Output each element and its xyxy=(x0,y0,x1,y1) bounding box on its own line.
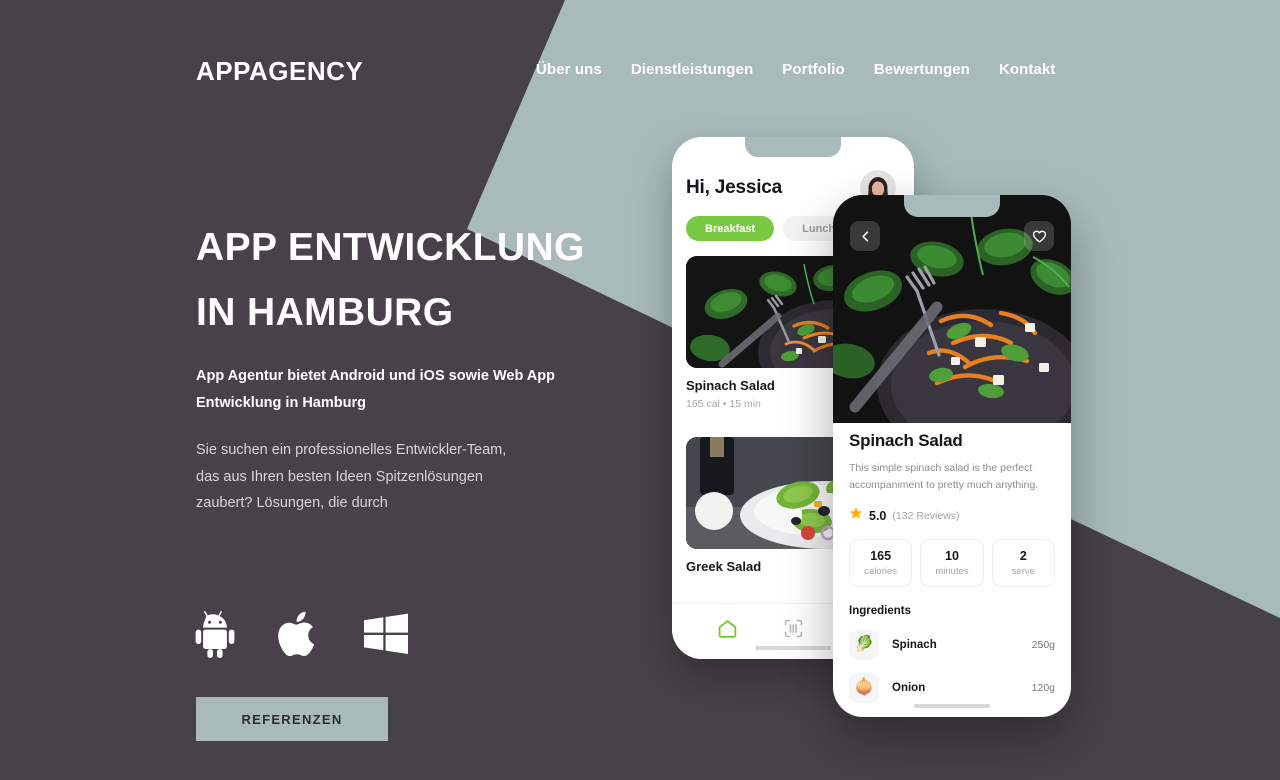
ingredient-row-spinach[interactable]: 🥬 Spinach 250g xyxy=(849,630,1055,660)
stat-value: 165 xyxy=(870,549,892,563)
ingredient-name: Onion xyxy=(892,682,926,694)
nav-item-portfolio[interactable]: Portfolio xyxy=(782,61,845,78)
home-icon[interactable] xyxy=(717,618,738,644)
meal-filter-chips: Breakfast Lunch xyxy=(686,216,855,241)
stat-minutes: 10 minutes xyxy=(920,539,984,587)
stat-label: calories xyxy=(864,566,898,577)
onion-icon: 🧅 xyxy=(849,673,879,703)
stat-value: 2 xyxy=(1019,549,1027,563)
spinach-icon: 🥬 xyxy=(849,630,879,660)
rating-value: 5.0 xyxy=(869,508,887,523)
back-button[interactable] xyxy=(850,221,880,251)
stat-calories: 165 calories xyxy=(849,539,913,587)
platform-icons xyxy=(193,608,411,660)
stat-label: minutes xyxy=(935,566,969,577)
site-header: APPAGENCY Über uns Dienstleistungen Port… xyxy=(0,0,1280,145)
nav-item-kontakt[interactable]: Kontakt xyxy=(999,61,1056,78)
chip-breakfast[interactable]: Breakfast xyxy=(686,216,775,241)
recipe-detail: Spinach Salad This simple spinach salad … xyxy=(849,431,1055,703)
apple-icon xyxy=(275,608,323,660)
hero-section: APP ENTWICKLUNG IN HAMBURG App Agentur b… xyxy=(196,215,616,517)
greeting-text: Hi, Jessica xyxy=(686,177,783,198)
windows-icon xyxy=(361,610,411,658)
hero-body-text: Sie suchen ein professionelles Entwickle… xyxy=(196,442,507,511)
recipe-stats: 165 calories 10 minutes 2 serve xyxy=(849,539,1055,587)
hero-subtitle: App Agentur bietet Android und iOS sowie… xyxy=(196,368,555,411)
phone-notch xyxy=(904,195,1000,217)
home-indicator xyxy=(914,704,990,708)
ingredient-amount: 250g xyxy=(1031,639,1055,651)
stat-serve: 2 serve xyxy=(991,539,1055,587)
android-icon xyxy=(193,610,237,658)
heart-icon[interactable] xyxy=(1024,221,1054,251)
recipe-title: Spinach Salad xyxy=(849,431,963,450)
site-logo[interactable]: APPAGENCY xyxy=(196,56,363,87)
nav-item-dienstleistungen[interactable]: Dienstleistungen xyxy=(631,61,753,78)
ingredients-heading: Ingredients xyxy=(849,605,911,617)
nav-item-bewertungen[interactable]: Bewertungen xyxy=(874,61,970,78)
scan-icon[interactable] xyxy=(783,618,804,644)
rating-count: (132 Reviews) xyxy=(892,509,960,522)
phone-mockup-detail: Spinach Salad This simple spinach salad … xyxy=(833,195,1071,717)
recipe-description: This simple spinach salad is the perfect… xyxy=(849,462,1039,491)
main-navigation: Über uns Dienstleistungen Portfolio Bewe… xyxy=(536,61,1056,78)
ingredient-row-onion[interactable]: 🧅 Onion 120g xyxy=(849,673,1055,703)
ingredient-amount: 120g xyxy=(1031,682,1055,694)
ingredient-name: Spinach xyxy=(892,639,937,651)
home-indicator xyxy=(755,646,831,650)
star-icon xyxy=(849,506,863,525)
rating-row: 5.0 (132 Reviews) xyxy=(849,506,1055,525)
stat-label: serve xyxy=(1011,566,1035,577)
referenzen-button[interactable]: REFERENZEN xyxy=(196,697,388,741)
stat-value: 10 xyxy=(945,549,959,563)
nav-item-uber-uns[interactable]: Über uns xyxy=(536,61,602,78)
page-title: APP ENTWICKLUNG IN HAMBURG xyxy=(196,226,585,334)
